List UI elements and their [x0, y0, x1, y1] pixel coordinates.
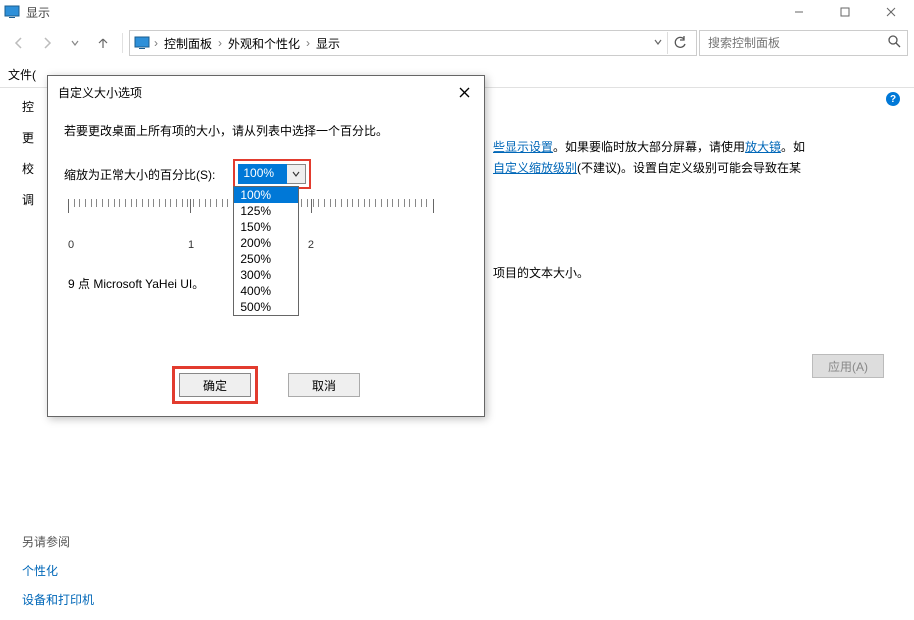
ruler-tick-major	[311, 199, 312, 213]
menu-file[interactable]: 文件(	[8, 68, 36, 82]
maximize-button[interactable]	[822, 0, 868, 24]
scale-percent-combo[interactable]: 100%	[238, 164, 306, 184]
minimize-button[interactable]	[776, 0, 822, 24]
ok-highlight: 确定	[172, 366, 258, 404]
chevron-right-icon: ›	[154, 36, 158, 50]
ruler-tick-major	[68, 199, 69, 213]
cancel-button[interactable]: 取消	[288, 373, 360, 397]
magnifier-link[interactable]: 放大镜	[745, 140, 781, 154]
app-icon	[4, 4, 20, 20]
breadcrumb[interactable]: › 控制面板 › 外观和个性化 › 显示	[129, 30, 697, 56]
custom-size-dialog: 自定义大小选项 若要更改桌面上所有项的大小，请从列表中选择一个百分比。 缩放为正…	[47, 75, 485, 417]
apply-button[interactable]: 应用(A)	[812, 354, 884, 378]
ruler-label: 0	[68, 239, 74, 251]
ok-button[interactable]: 确定	[179, 373, 251, 397]
sidebar-item[interactable]: 调	[22, 191, 45, 208]
sidebar-item[interactable]: 校	[22, 160, 45, 177]
display-settings-link[interactable]: 些显示设置	[493, 140, 553, 154]
scale-percent-dropdown[interactable]: 100% 125% 150% 200% 250% 300% 400% 500%	[233, 186, 299, 316]
dialog-buttons: 确定 取消	[48, 366, 484, 404]
dialog-body: 若要更改桌面上所有项的大小，请从列表中选择一个百分比。 缩放为正常大小的百分比(…	[48, 106, 484, 302]
content-line-1: 些显示设置。如果要临时放大部分屏幕，请使用放大镜。如	[493, 138, 886, 157]
ruler-tick-major	[190, 199, 191, 213]
breadcrumb-item[interactable]: 显示	[314, 35, 342, 52]
option-125[interactable]: 125%	[234, 203, 298, 219]
refresh-button[interactable]	[667, 32, 692, 54]
text-size-label: 项目的文本大小。	[493, 264, 886, 281]
scale-percent-value: 100%	[238, 164, 287, 184]
option-500[interactable]: 500%	[234, 299, 298, 315]
dialog-close-button[interactable]	[452, 82, 476, 102]
option-300[interactable]: 300%	[234, 267, 298, 283]
help-icon[interactable]: ?	[886, 92, 900, 106]
window-title: 显示	[26, 4, 50, 21]
breadcrumb-item[interactable]: 外观和个性化	[226, 35, 302, 52]
dialog-description: 若要更改桌面上所有项的大小，请从列表中选择一个百分比。	[64, 116, 468, 159]
see-also-personalization[interactable]: 个性化	[22, 562, 94, 579]
ruler-label: 1	[188, 239, 194, 251]
option-200[interactable]: 200%	[234, 235, 298, 251]
chevron-right-icon: ›	[306, 36, 310, 50]
option-100[interactable]: 100%	[234, 187, 298, 203]
back-button[interactable]	[6, 30, 32, 56]
see-also-devices-printers[interactable]: 设备和打印机	[22, 591, 94, 608]
forward-button[interactable]	[34, 30, 60, 56]
combo-highlight: 100% 100% 125% 150% 200% 250% 300%	[233, 159, 311, 189]
breadcrumb-item[interactable]: 控制面板	[162, 35, 214, 52]
chevron-right-icon: ›	[218, 36, 222, 50]
recent-locations-button[interactable]	[62, 30, 88, 56]
dialog-titlebar: 自定义大小选项	[48, 76, 484, 106]
search-input[interactable]	[699, 30, 908, 56]
search-input-field[interactable]	[706, 35, 901, 51]
see-also-heading: 另请参阅	[22, 533, 94, 550]
chevron-down-icon[interactable]	[653, 36, 663, 50]
titlebar: 显示	[0, 0, 914, 24]
dialog-title: 自定义大小选项	[58, 84, 452, 101]
content-line-2: 自定义缩放级别(不建议)。设置自定义级别可能会导致在某	[493, 159, 886, 178]
navbar: › 控制面板 › 外观和个性化 › 显示	[0, 24, 914, 62]
ruler-label: 2	[308, 239, 314, 251]
option-150[interactable]: 150%	[234, 219, 298, 235]
custom-scale-link[interactable]: 自定义缩放级别	[493, 161, 577, 175]
sidebar-item[interactable]: 控	[22, 98, 45, 115]
ruler-tick-major	[433, 199, 434, 213]
monitor-icon	[134, 35, 150, 51]
search-icon	[888, 35, 901, 51]
close-window-button[interactable]	[868, 0, 914, 24]
scale-percent-label: 缩放为正常大小的百分比(S):	[64, 166, 215, 183]
option-400[interactable]: 400%	[234, 283, 298, 299]
chevron-down-icon[interactable]	[287, 164, 306, 184]
sidebar-item[interactable]: 更	[22, 129, 45, 146]
option-250[interactable]: 250%	[234, 251, 298, 267]
see-also: 另请参阅 个性化 设备和打印机	[22, 533, 94, 608]
up-button[interactable]	[90, 30, 116, 56]
